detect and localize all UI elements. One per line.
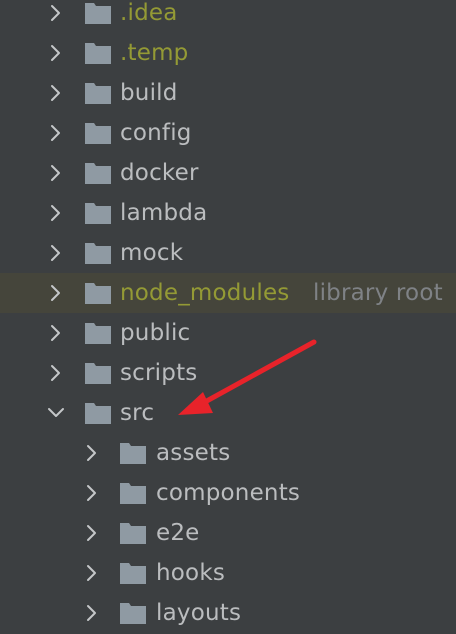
chevron-right-icon[interactable] [47,164,65,182]
tree-row-layouts[interactable]: layouts [0,593,456,633]
folder-icon [85,323,111,344]
tree-item-label: build [120,80,178,106]
tree-row-idea[interactable]: .idea [0,0,456,33]
tree-item-label: .temp [120,40,189,66]
tree-item-label: hooks [156,560,226,586]
folder-icon [85,243,111,264]
folder-icon [120,483,146,504]
tree-item-label: docker [120,160,199,186]
tree-row-config[interactable]: config [0,113,456,153]
tree-item-label: e2e [156,520,200,546]
chevron-right-icon[interactable] [47,284,65,302]
folder-icon [85,283,111,304]
chevron-right-icon[interactable] [83,484,101,502]
tree-item-label: node_modules [120,280,290,306]
folder-icon [120,443,146,464]
tree-row-components[interactable]: components [0,473,456,513]
folder-icon [85,363,111,384]
chevron-right-icon[interactable] [47,244,65,262]
folder-icon [85,203,111,224]
tree-row-mock[interactable]: mock [0,233,456,273]
folder-icon [120,603,146,624]
tree-item-label: components [156,480,301,506]
tree-item-hint: library root [313,280,443,306]
tree-item-label: scripts [120,360,198,386]
tree-row-node-modules[interactable]: node_modules library root [0,273,456,313]
tree-item-label: src [120,400,155,426]
chevron-right-icon[interactable] [83,524,101,542]
folder-icon [85,43,111,64]
chevron-right-icon[interactable] [47,324,65,342]
chevron-right-icon[interactable] [47,4,65,22]
chevron-right-icon[interactable] [47,204,65,222]
tree-item-label: mock [120,240,184,266]
folder-icon [85,123,111,144]
tree-row-docker[interactable]: docker [0,153,456,193]
chevron-right-icon[interactable] [47,44,65,62]
project-tree: .idea .temp build config docker lambda mock nod… [0,0,456,634]
chevron-right-icon[interactable] [47,364,65,382]
chevron-right-icon[interactable] [83,564,101,582]
tree-item-label: public [120,320,191,346]
chevron-right-icon[interactable] [47,84,65,102]
chevron-right-icon[interactable] [83,444,101,462]
folder-icon [120,563,146,584]
folder-icon [85,3,111,24]
chevron-right-icon[interactable] [47,124,65,142]
chevron-down-icon[interactable] [47,404,65,422]
tree-row-temp[interactable]: .temp [0,33,456,73]
tree-row-build[interactable]: build [0,73,456,113]
folder-icon [85,83,111,104]
tree-row-scripts[interactable]: scripts [0,353,456,393]
chevron-right-icon[interactable] [83,604,101,622]
tree-row-src[interactable]: src [0,393,456,433]
tree-row-assets[interactable]: assets [0,433,456,473]
tree-row-lambda[interactable]: lambda [0,193,456,233]
tree-item-label: lambda [120,200,208,226]
tree-item-label: config [120,120,192,146]
tree-item-label: .idea [120,0,178,26]
tree-row-e2e[interactable]: e2e [0,513,456,553]
tree-item-label: assets [156,440,231,466]
folder-icon [85,403,111,424]
tree-item-label: layouts [156,600,242,626]
tree-row-hooks[interactable]: hooks [0,553,456,593]
tree-row-public[interactable]: public [0,313,456,353]
folder-icon [85,163,111,184]
folder-icon [120,523,146,544]
